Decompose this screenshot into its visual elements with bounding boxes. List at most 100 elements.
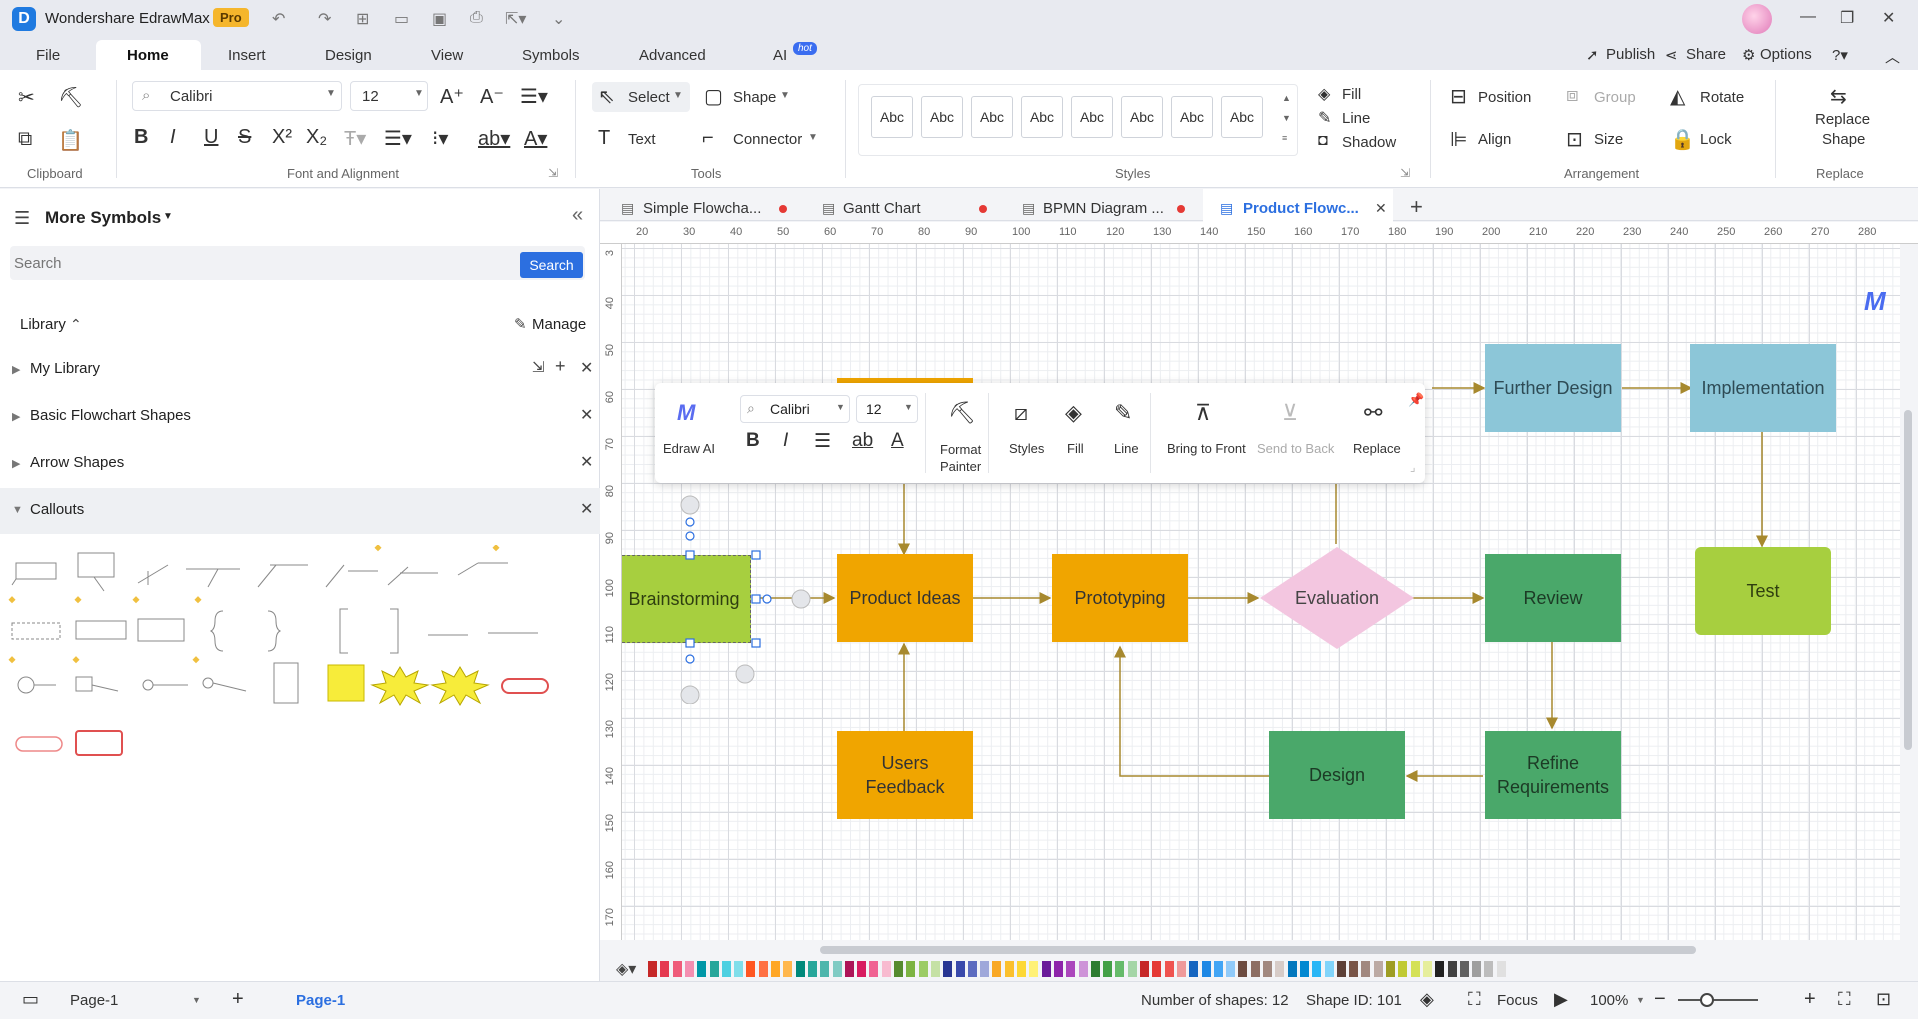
color-swatch[interactable] <box>1336 961 1346 977</box>
fit-page-icon[interactable]: ⛶ <box>1838 989 1851 1010</box>
format-painter-icon[interactable]: ⛏ <box>58 85 83 110</box>
float-replace-button[interactable]: Replace <box>1353 441 1401 456</box>
color-swatch[interactable] <box>648 961 657 977</box>
node-further-design[interactable]: Further Design <box>1485 344 1621 432</box>
node-refine-requirements[interactable]: Refine Requirements <box>1485 731 1621 819</box>
import-icon[interactable]: ⇲ <box>532 358 545 376</box>
play-icon[interactable]: ▶ <box>1554 989 1568 1010</box>
float-align-icon[interactable]: ☰ <box>814 430 831 453</box>
node-prototyping[interactable]: Prototyping <box>1052 554 1188 642</box>
color-swatch[interactable] <box>1422 961 1432 977</box>
node-design[interactable]: Design <box>1269 731 1405 819</box>
color-swatch[interactable] <box>1029 961 1039 977</box>
select-tool[interactable]: Select <box>628 89 670 106</box>
color-swatch[interactable] <box>1312 961 1322 977</box>
collapse-arrow-icon[interactable]: ▼ <box>12 504 23 516</box>
color-swatch[interactable] <box>783 961 793 977</box>
text-style-icon[interactable]: Ŧ▾ <box>344 126 366 151</box>
font-color-icon[interactable]: A▾ <box>524 126 547 151</box>
line-spacing-icon[interactable]: ☰▾ <box>384 126 412 151</box>
style-swatch[interactable]: Abc <box>1171 96 1213 138</box>
color-swatch[interactable] <box>807 961 817 977</box>
color-swatch[interactable] <box>1017 961 1026 977</box>
pin-icon[interactable]: 📌 <box>1408 392 1424 408</box>
options-button[interactable]: Options <box>1760 46 1812 63</box>
fullscreen-icon[interactable]: ⊡ <box>1876 989 1891 1010</box>
close-icon[interactable]: ✕ <box>580 405 593 425</box>
search-button[interactable]: Search <box>520 252 583 278</box>
user-avatar[interactable] <box>1742 4 1772 34</box>
color-swatch[interactable] <box>721 961 731 977</box>
color-swatch[interactable] <box>918 961 928 977</box>
minimize-icon[interactable]: — <box>1800 8 1816 26</box>
color-swatch[interactable] <box>1472 961 1482 977</box>
shape-tool[interactable]: Shape <box>733 89 776 106</box>
color-swatch[interactable] <box>1410 961 1420 977</box>
color-swatch[interactable] <box>1078 961 1088 977</box>
group-menu[interactable]: Group <box>1594 89 1636 106</box>
close-icon[interactable]: ✕ <box>580 452 593 472</box>
layers-icon[interactable]: ◈ <box>1420 989 1434 1010</box>
style-swatch[interactable]: Abc <box>1221 96 1263 138</box>
new-file-icon[interactable]: ⊞ <box>356 9 369 29</box>
lock-menu[interactable]: Lock <box>1700 131 1732 148</box>
color-swatch[interactable] <box>1238 961 1248 977</box>
zoom-out-icon[interactable]: − <box>1654 988 1666 1011</box>
node-review[interactable]: Review <box>1485 554 1621 642</box>
color-swatch[interactable] <box>1041 961 1051 977</box>
tab-product-flowchart[interactable]: Product Flowc... <box>1243 200 1359 217</box>
undo-icon[interactable]: ↶ <box>272 9 285 29</box>
style-swatch[interactable]: Abc <box>1021 96 1063 138</box>
menu-home[interactable]: Home <box>127 47 169 64</box>
bold-icon[interactable]: B <box>134 126 148 149</box>
float-format-painter[interactable]: Format Painter <box>940 441 981 475</box>
color-swatch[interactable] <box>1226 961 1236 977</box>
float-bold-icon[interactable]: B <box>746 430 760 452</box>
color-swatch[interactable] <box>1287 961 1297 977</box>
tab-gantt-chart[interactable]: Gantt Chart <box>843 200 921 217</box>
shadow-menu[interactable]: Shadow <box>1342 134 1396 151</box>
color-swatch[interactable] <box>1275 961 1285 977</box>
library-arrow-shapes[interactable]: Arrow Shapes <box>30 454 124 471</box>
node-test[interactable]: Test <box>1695 547 1831 635</box>
panel-title[interactable]: More Symbols <box>45 208 161 228</box>
color-swatch[interactable] <box>746 961 756 977</box>
color-swatch[interactable] <box>1447 961 1457 977</box>
node-users-feedback[interactable]: Users Feedback <box>837 731 973 819</box>
style-swatch[interactable]: Abc <box>1121 96 1163 138</box>
zoom-slider[interactable] <box>1678 999 1758 1001</box>
expand-arrow-icon[interactable]: ▶ <box>12 457 20 470</box>
underline-icon[interactable]: U <box>204 126 218 149</box>
close-icon[interactable]: ✕ <box>580 499 593 519</box>
zoom-in-icon[interactable]: + <box>1804 988 1816 1011</box>
menu-ai[interactable]: AI <box>773 47 787 64</box>
color-swatch[interactable] <box>881 961 891 977</box>
add-tab-icon[interactable]: + <box>1410 194 1423 220</box>
color-swatch[interactable] <box>844 961 854 977</box>
color-swatch[interactable] <box>943 961 953 977</box>
tab-simple-flowchart[interactable]: Simple Flowcha... <box>643 200 761 217</box>
help-icon[interactable]: ?▾ <box>1832 46 1848 64</box>
color-swatch[interactable] <box>1459 961 1469 977</box>
color-palette[interactable] <box>622 958 1918 980</box>
active-page-tab[interactable]: Page-1 <box>296 992 345 1009</box>
color-swatch[interactable] <box>906 961 916 977</box>
color-swatch[interactable] <box>1152 961 1162 977</box>
replace-shape-button[interactable]: Replace <box>1815 111 1870 128</box>
color-swatch[interactable] <box>1066 961 1076 977</box>
color-swatch[interactable] <box>1140 961 1149 977</box>
print-icon[interactable]: ⎙ <box>470 9 483 27</box>
color-swatch[interactable] <box>1213 961 1223 977</box>
copy-icon[interactable]: ⧉ <box>18 128 32 151</box>
page-selector[interactable]: Page-1 <box>70 992 118 1009</box>
selection-handles[interactable] <box>622 484 842 704</box>
color-swatch[interactable] <box>1496 961 1506 977</box>
color-swatch[interactable] <box>1250 961 1260 977</box>
resize-corner-icon[interactable]: ⌟ <box>1410 460 1416 474</box>
share-button[interactable]: Share <box>1686 46 1726 63</box>
tab-bpmn-diagram[interactable]: BPMN Diagram ... <box>1043 200 1164 217</box>
library-callouts[interactable]: Callouts <box>30 501 84 518</box>
text-tool[interactable]: Text <box>628 131 656 148</box>
size-menu[interactable]: Size <box>1594 131 1623 148</box>
menu-view[interactable]: View <box>431 47 463 64</box>
